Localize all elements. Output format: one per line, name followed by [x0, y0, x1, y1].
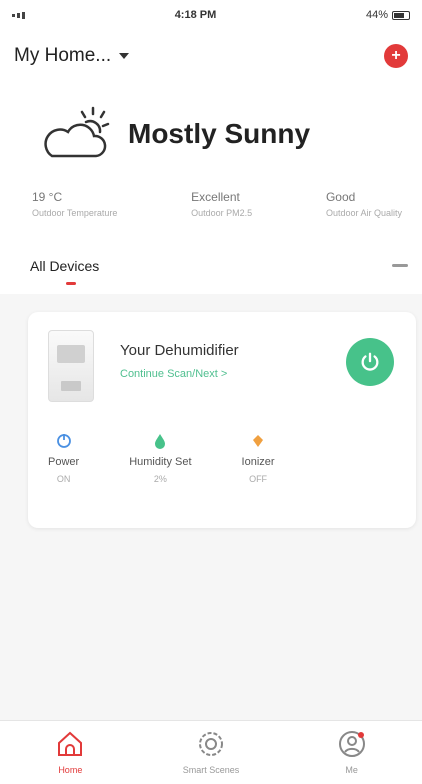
- tab-smart-scenes[interactable]: Smart Scenes: [151, 727, 271, 775]
- profile-icon: [338, 731, 365, 757]
- ionizer-icon: [253, 435, 264, 447]
- battery-text: 44%: [365, 9, 388, 21]
- chevron-down-icon: [119, 53, 130, 59]
- device-controls: Power ON Humidity Set 2% Ionizer OFF: [48, 432, 275, 484]
- weather-panel: Mostly Sunny 19 °C Outdoor Temperature E…: [0, 82, 422, 242]
- control-value: OFF: [249, 474, 268, 484]
- droplet-icon: [155, 434, 166, 449]
- control-label: Ionizer: [241, 456, 275, 468]
- control-ionizer[interactable]: Ionizer OFF: [242, 432, 275, 484]
- device-name: Your Dehumidifier: [120, 342, 239, 359]
- partly-cloudy-icon: [44, 106, 110, 158]
- control-label: Power: [48, 456, 80, 468]
- status-time: 4:18 PM: [174, 9, 217, 21]
- add-button[interactable]: +: [384, 44, 408, 68]
- weather-metrics: 19 °C Outdoor Temperature Excellent Outd…: [32, 190, 402, 218]
- device-link[interactable]: Continue Scan/Next >: [120, 368, 227, 380]
- dehumidifier-image: [48, 330, 94, 402]
- control-label: Humidity Set: [129, 456, 192, 468]
- metric-value: Excellent: [191, 190, 240, 204]
- tab-all-devices[interactable]: All Devices: [30, 258, 99, 274]
- control-value: ON: [56, 474, 71, 484]
- metric-label: Outdoor Temperature: [32, 208, 118, 218]
- devices-header: All Devices: [0, 242, 422, 294]
- battery-icon: [391, 10, 410, 20]
- control-value: 2%: [153, 474, 167, 484]
- tab-label: Smart Scenes: [182, 765, 240, 775]
- metric-value: 19 °C: [32, 190, 63, 204]
- power-icon: [361, 352, 379, 371]
- tab-bar: Home Smart Scenes Me: [0, 720, 422, 784]
- more-icon[interactable]: [392, 264, 408, 267]
- metric-air-quality: Good Outdoor Air Quality: [326, 190, 402, 218]
- metric-value: Good: [325, 190, 356, 204]
- metric-temperature: 19 °C Outdoor Temperature: [32, 190, 117, 218]
- metric-label: Outdoor Air Quality: [325, 208, 402, 218]
- signal-icon: [12, 11, 25, 19]
- header: My Home... +: [0, 30, 422, 82]
- tab-label: Home: [58, 765, 83, 775]
- home-name: My Home...: [14, 45, 112, 66]
- power-small-icon: [56, 434, 71, 448]
- metric-pm25: Excellent Outdoor PM2.5: [191, 190, 252, 218]
- power-button[interactable]: [346, 338, 394, 386]
- tab-label: Me: [345, 765, 358, 775]
- tab-me[interactable]: Me: [292, 727, 412, 775]
- home-icon: [58, 731, 83, 756]
- active-tab-indicator: [66, 282, 76, 285]
- device-card[interactable]: Your Dehumidifier Continue Scan/Next > P…: [28, 312, 416, 528]
- metric-label: Outdoor PM2.5: [191, 208, 253, 218]
- control-humidity[interactable]: Humidity Set 2%: [129, 432, 192, 484]
- home-selector[interactable]: My Home...: [14, 45, 130, 67]
- status-right: 44%: [366, 9, 410, 21]
- control-power[interactable]: Power ON: [48, 432, 79, 484]
- tab-home[interactable]: Home: [10, 727, 130, 775]
- gear-icon: [198, 732, 223, 756]
- status-bar: 4:18 PM 44%: [0, 0, 422, 30]
- weather-condition: Mostly Sunny: [128, 118, 311, 149]
